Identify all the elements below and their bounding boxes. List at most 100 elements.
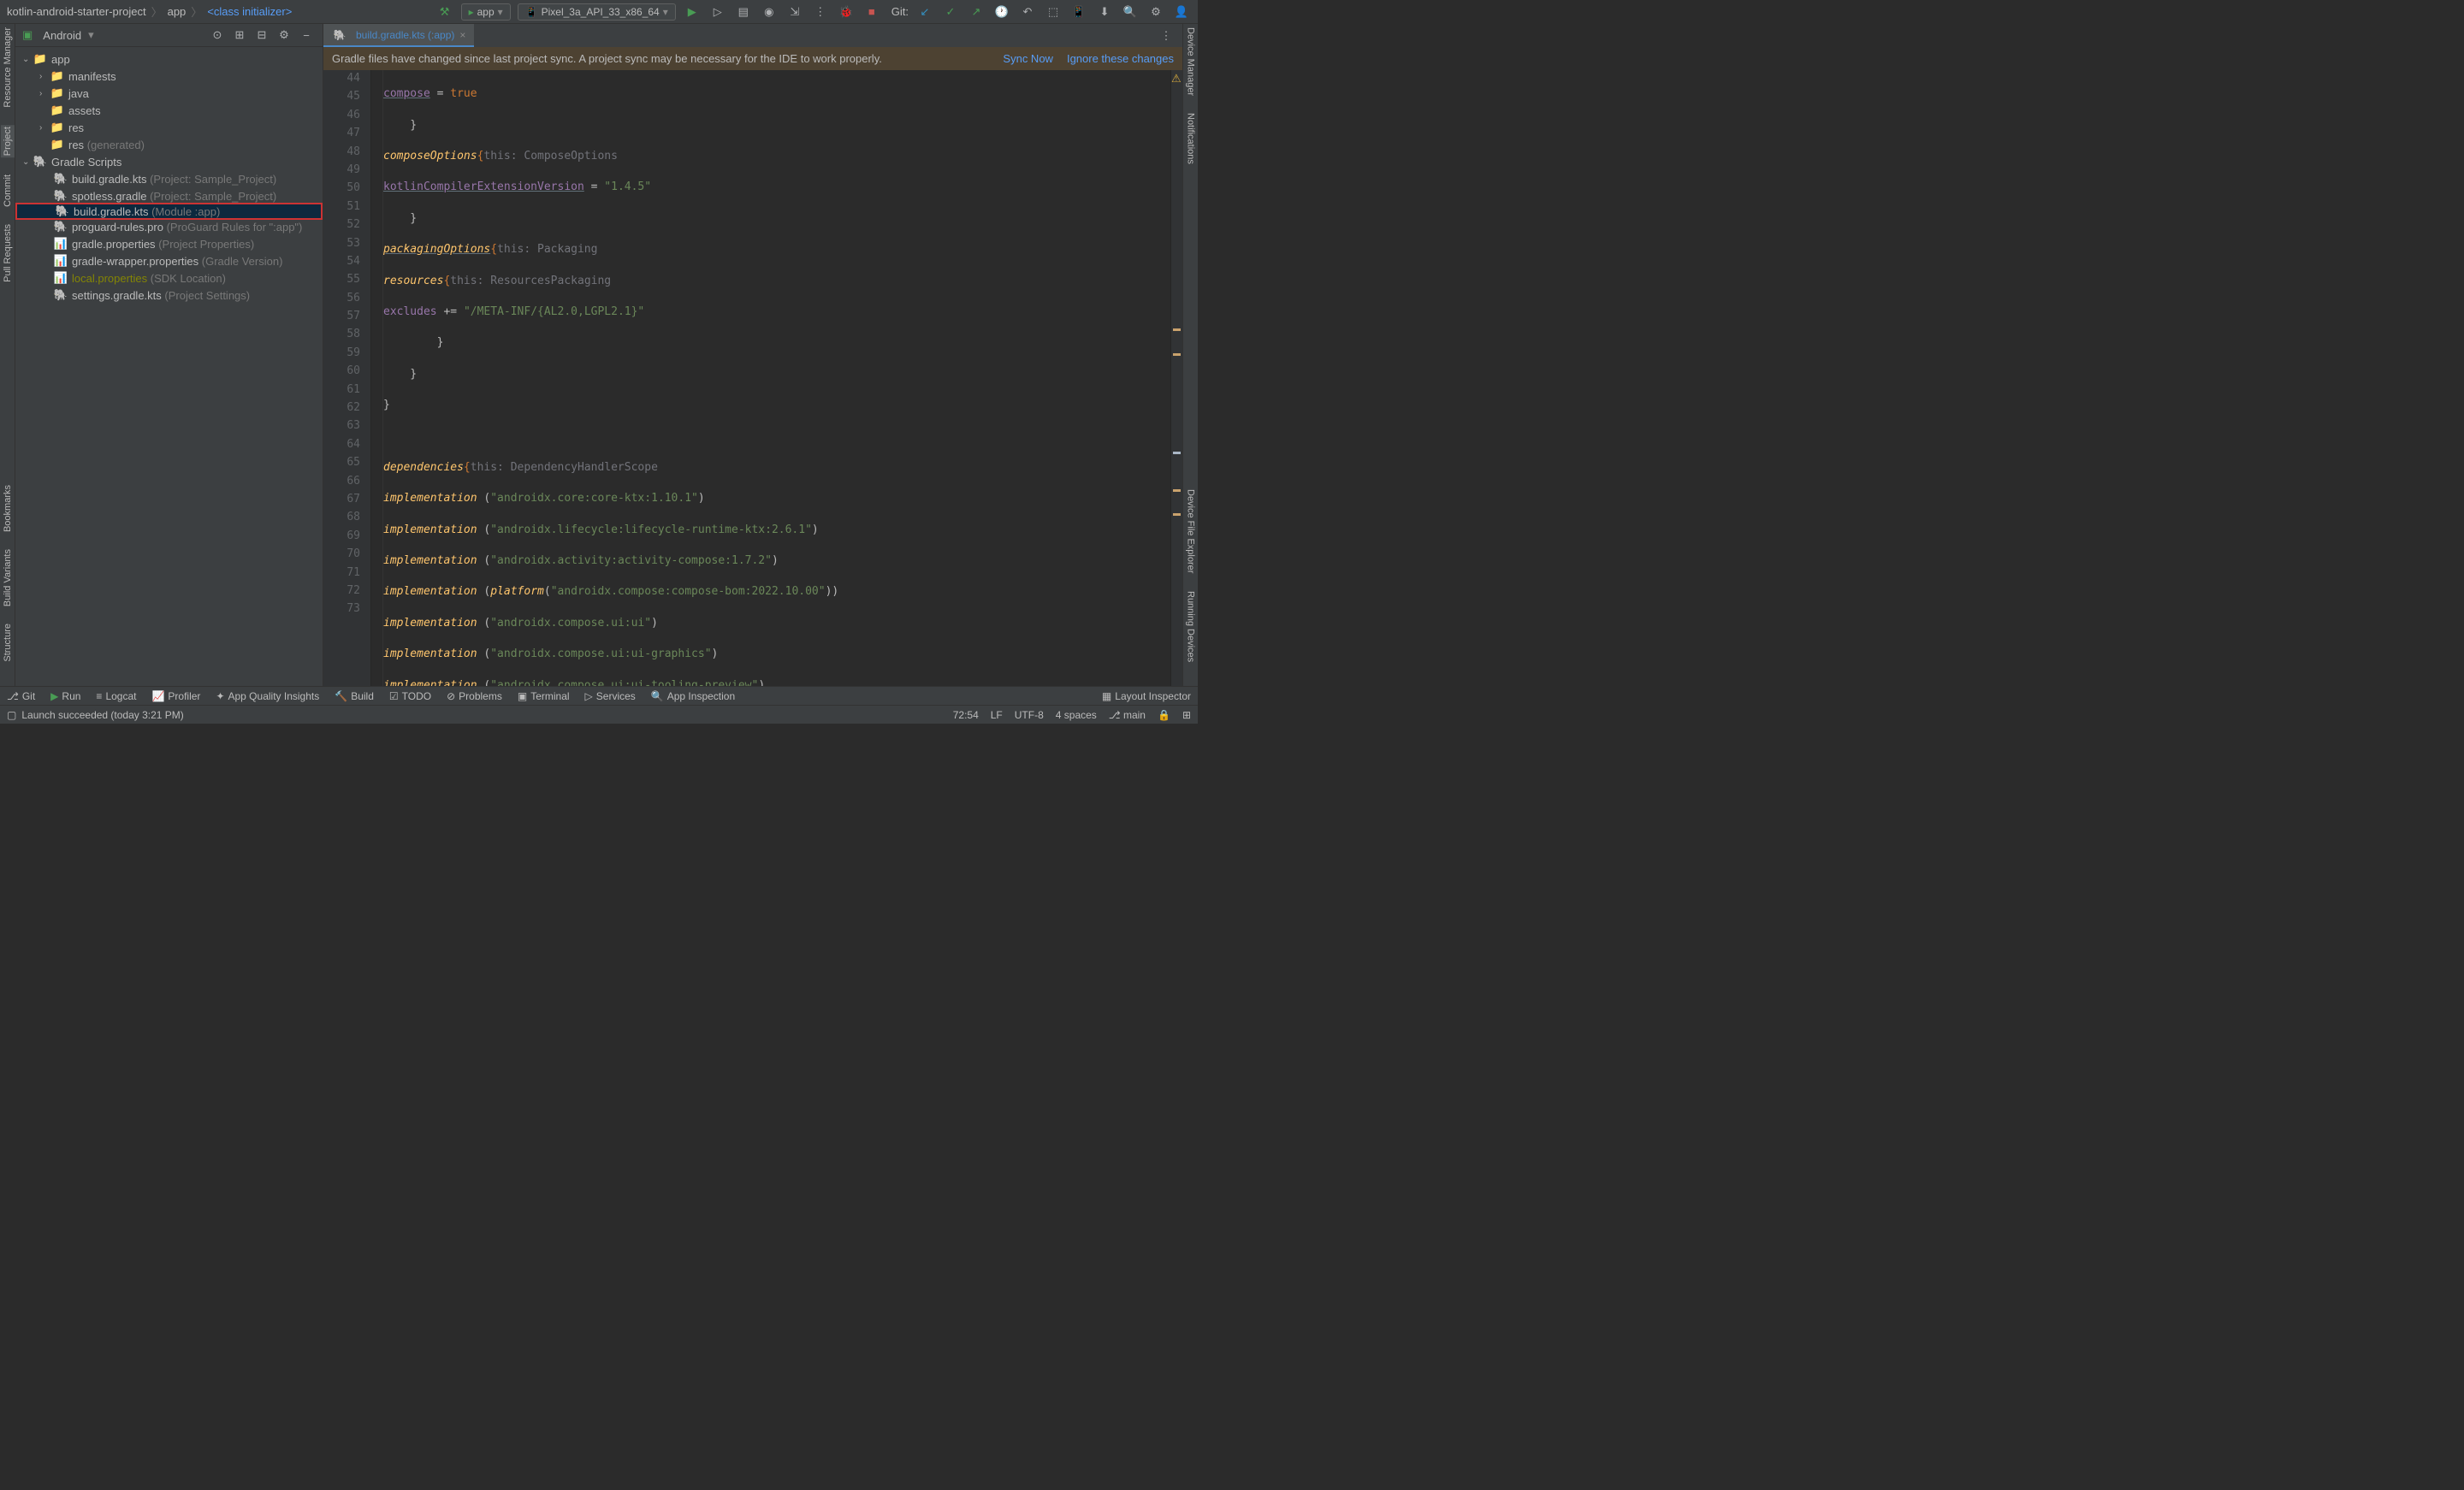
top-bar: kotlin-android-starter-project 〉 app 〉 <…: [0, 0, 1198, 24]
git-commit-icon[interactable]: ✓: [941, 3, 960, 21]
tree-manifests[interactable]: ›📁manifests: [15, 68, 323, 85]
debug-icon[interactable]: 🐞: [837, 3, 856, 21]
status-enc[interactable]: UTF-8: [1015, 709, 1044, 721]
tree-gradle-wrapper[interactable]: 📊gradle-wrapper.properties (Gradle Versi…: [15, 252, 323, 269]
breadcrumb-class-init[interactable]: <class initializer>: [207, 5, 292, 18]
left-tool-gutter: Resource Manager Project Commit Pull Req…: [0, 24, 15, 686]
agp-icon[interactable]: ⬚: [1044, 3, 1063, 21]
sync-banner-msg: Gradle files have changed since last pro…: [332, 52, 882, 65]
tool-commit[interactable]: Commit: [3, 174, 13, 207]
editor-body[interactable]: 444546 474849 505152 535455 565758 59606…: [323, 70, 1182, 686]
warning-icon[interactable]: ⚠: [1171, 72, 1182, 86]
tree-app[interactable]: ⌄📁app: [15, 50, 323, 68]
status-pos[interactable]: 72:54: [953, 709, 979, 721]
tool-profiler[interactable]: 📈Profiler: [151, 690, 200, 702]
tree-spotless[interactable]: 🐘spotless.gradle (Project: Sample_Projec…: [15, 187, 323, 204]
tree-gradle-scripts[interactable]: ⌄🐘Gradle Scripts: [15, 153, 323, 170]
profiler-icon[interactable]: ◉: [760, 3, 779, 21]
tool-layout-inspector[interactable]: ▦Layout Inspector: [1102, 690, 1191, 702]
code-editor[interactable]: compose = true } composeOptions { this: …: [383, 70, 1170, 686]
tool-pull-requests[interactable]: Pull Requests: [3, 224, 13, 282]
device-dropdown[interactable]: 📱Pixel_3a_API_33_x86_64▾: [518, 3, 676, 21]
tool-logcat[interactable]: ≡Logcat: [96, 690, 136, 702]
tree-res[interactable]: ›📁res: [15, 119, 323, 136]
tool-bookmarks[interactable]: Bookmarks: [3, 485, 13, 532]
editor-more-icon[interactable]: ⋮: [1157, 27, 1176, 45]
gradle-icon: 🐘: [332, 29, 347, 41]
coverage-icon[interactable]: ▤: [734, 3, 753, 21]
editor-tab-build-gradle[interactable]: 🐘 build.gradle.kts (:app) ×: [323, 24, 474, 47]
tree-build-gradle-project[interactable]: 🐘build.gradle.kts (Project: Sample_Proje…: [15, 170, 323, 187]
tool-build-variants[interactable]: Build Variants: [3, 549, 13, 606]
tool-project[interactable]: Project: [1, 125, 15, 157]
line-gutter: 444546 474849 505152 535455 565758 59606…: [323, 70, 371, 686]
tree-res-gen[interactable]: 📁res (generated): [15, 136, 323, 153]
locate-icon[interactable]: ⊙: [208, 26, 227, 44]
status-lf[interactable]: LF: [991, 709, 1003, 721]
tool-todo[interactable]: ☑TODO: [389, 690, 431, 702]
more-run-icon[interactable]: ⋮: [811, 3, 830, 21]
status-bar: ▢ Launch succeeded (today 3:21 PM) 72:54…: [0, 705, 1198, 724]
fold-gutter: [371, 70, 383, 686]
tool-terminal[interactable]: ▣Terminal: [518, 690, 570, 702]
tool-build[interactable]: 🔨Build: [335, 690, 374, 702]
project-view-dropdown[interactable]: Android▾: [38, 27, 98, 44]
run-icon[interactable]: ▶: [683, 3, 702, 21]
avatar-icon[interactable]: 👤: [1172, 3, 1191, 21]
git-pull-icon[interactable]: ↙: [915, 3, 934, 21]
settings-icon[interactable]: ⚙: [1146, 3, 1165, 21]
stop-icon[interactable]: ■: [862, 3, 881, 21]
tool-aqi[interactable]: ✦App Quality Insights: [216, 690, 319, 702]
history-icon[interactable]: 🕐: [992, 3, 1011, 21]
tool-structure[interactable]: Structure: [3, 624, 13, 662]
tree-proguard[interactable]: 🐘proguard-rules.pro (ProGuard Rules for …: [15, 218, 323, 235]
sync-now-link[interactable]: Sync Now: [1003, 52, 1053, 65]
breadcrumb-root[interactable]: kotlin-android-starter-project: [7, 5, 146, 18]
project-panel: ▣ Android▾ ⊙ ⊞ ⊟ ⚙ − ⌄📁app ›📁manifests ›…: [15, 24, 323, 686]
panel-settings-icon[interactable]: ⚙: [275, 26, 293, 44]
status-icon[interactable]: ▢: [7, 709, 16, 721]
search-icon[interactable]: 🔍: [1121, 3, 1140, 21]
expand-icon[interactable]: ⊞: [230, 26, 249, 44]
attach-debugger-icon[interactable]: ⇲: [785, 3, 804, 21]
bug-run-icon[interactable]: ▷: [708, 3, 727, 21]
hammer-icon[interactable]: ⚒: [435, 3, 454, 21]
tree-java[interactable]: ›📁java: [15, 85, 323, 102]
status-process-icon[interactable]: ⊞: [1182, 709, 1191, 721]
right-tool-gutter: Device Manager Notifications Device File…: [1182, 24, 1198, 686]
git-push-icon[interactable]: ↗: [967, 3, 986, 21]
overview-ruler[interactable]: ⚠: [1170, 70, 1182, 686]
tool-notifications[interactable]: Notifications: [1186, 113, 1196, 164]
bottom-tools: ⎇Git ▶Run ≡Logcat 📈Profiler ✦App Quality…: [0, 686, 1198, 705]
tool-resource-manager[interactable]: Resource Manager: [3, 27, 13, 108]
run-config-dropdown[interactable]: ▸app▾: [461, 3, 511, 21]
ignore-changes-link[interactable]: Ignore these changes: [1067, 52, 1174, 65]
device-icon[interactable]: 📱: [1069, 3, 1088, 21]
tool-git[interactable]: ⎇Git: [7, 690, 35, 702]
editor-area: 🐘 build.gradle.kts (:app) × ⋮ Gradle fil…: [323, 24, 1182, 686]
tool-device-file-explorer[interactable]: Device File Explorer: [1186, 489, 1196, 573]
sdk-icon[interactable]: ⬇: [1095, 3, 1114, 21]
tool-device-manager[interactable]: Device Manager: [1186, 27, 1196, 96]
undo-icon[interactable]: ↶: [1018, 3, 1037, 21]
close-tab-icon[interactable]: ×: [459, 29, 465, 41]
git-label: Git:: [891, 5, 909, 18]
tool-run[interactable]: ▶Run: [50, 690, 80, 702]
panel-hide-icon[interactable]: −: [297, 26, 316, 44]
breadcrumb-app[interactable]: app: [168, 5, 187, 18]
tool-problems[interactable]: ⊘Problems: [447, 690, 502, 702]
tree-local-properties[interactable]: 📊local.properties (SDK Location): [15, 269, 323, 287]
tree-build-gradle-app[interactable]: 🐘build.gradle.kts (Module :app): [15, 203, 323, 220]
collapse-icon[interactable]: ⊟: [252, 26, 271, 44]
status-lock-icon[interactable]: 🔒: [1158, 709, 1170, 721]
tool-app-inspection[interactable]: 🔍App Inspection: [651, 690, 735, 702]
tree-gradle-properties[interactable]: 📊gradle.properties (Project Properties): [15, 235, 323, 252]
project-tree: ⌄📁app ›📁manifests ›📁java 📁assets ›📁res 📁…: [15, 47, 323, 307]
tree-settings-gradle[interactable]: 🐘settings.gradle.kts (Project Settings): [15, 287, 323, 304]
tool-services[interactable]: ▷Services: [585, 690, 636, 702]
tree-assets[interactable]: 📁assets: [15, 102, 323, 119]
status-branch[interactable]: ⎇ main: [1109, 709, 1146, 721]
status-message: Launch succeeded (today 3:21 PM): [21, 709, 183, 721]
status-indent[interactable]: 4 spaces: [1056, 709, 1097, 721]
tool-running-devices[interactable]: Running Devices: [1186, 591, 1196, 662]
